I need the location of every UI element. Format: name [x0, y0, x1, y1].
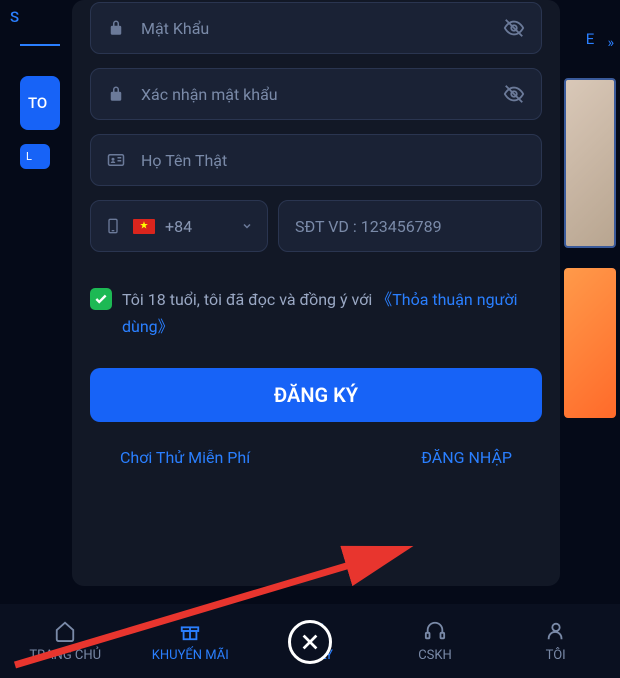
nav-me[interactable]: TÔI — [521, 620, 591, 663]
close-button[interactable] — [288, 620, 332, 664]
confirm-password-placeholder: Xác nhận mật khẩu — [141, 85, 503, 104]
modal-bottom-links: Chơi Thử Miễn Phí ĐĂNG NHẬP — [90, 448, 542, 467]
chevron-right-icon[interactable]: » — [607, 35, 614, 51]
agreement-text: Tôi 18 tuổi, tôi đã đọc và đồng ý với 《T… — [122, 286, 542, 340]
user-icon — [545, 620, 567, 642]
confirm-password-field[interactable]: Xác nhận mật khẩu — [90, 68, 542, 120]
lock-icon — [107, 19, 125, 37]
fullname-placeholder: Họ Tên Thật — [141, 151, 525, 170]
bg-thumbnail-2[interactable] — [564, 268, 616, 418]
lock-icon — [107, 85, 125, 103]
register-modal: Mật Khẩu Xác nhận mật khẩu Họ Tên Thật +… — [72, 0, 560, 586]
flag-vietnam-icon — [133, 219, 155, 234]
agreement-checkbox[interactable] — [90, 288, 112, 310]
check-icon — [94, 292, 108, 306]
close-icon — [299, 631, 321, 653]
eye-off-icon[interactable] — [503, 17, 525, 39]
bg-top-right-char: E — [586, 30, 595, 48]
id-card-icon — [107, 151, 125, 169]
bg-to-card: TO — [20, 76, 60, 130]
agreement-row: Tôi 18 tuổi, tôi đã đọc và đồng ý với 《T… — [90, 286, 542, 340]
phone-field-group: +84 SĐT VD : 123456789 — [90, 200, 542, 252]
chevron-down-icon — [241, 220, 253, 232]
phone-number-field[interactable]: SĐT VD : 123456789 — [278, 200, 542, 252]
bg-l-card: L — [20, 144, 50, 169]
password-field[interactable]: Mật Khẩu — [90, 2, 542, 54]
trial-link[interactable]: Chơi Thử Miễn Phí — [120, 448, 250, 467]
bg-thumbnail-1[interactable] — [564, 78, 616, 248]
login-link[interactable]: ĐĂNG NHẬP — [421, 448, 512, 467]
headset-icon — [424, 620, 446, 642]
home-icon — [54, 620, 76, 642]
phone-placeholder: SĐT VD : 123456789 — [295, 217, 525, 236]
phone-icon — [105, 216, 121, 236]
password-placeholder: Mật Khẩu — [141, 19, 503, 38]
nav-support[interactable]: CSKH — [400, 620, 470, 663]
phone-prefix-text: +84 — [165, 217, 241, 236]
gift-icon — [179, 620, 201, 642]
eye-off-icon[interactable] — [503, 83, 525, 105]
fullname-field[interactable]: Họ Tên Thật — [90, 134, 542, 186]
phone-prefix-selector[interactable]: +84 — [90, 200, 268, 252]
bg-top-left-char: S — [10, 8, 70, 26]
nav-home[interactable]: TRANG CHỦ — [29, 620, 101, 663]
register-button[interactable]: ĐĂNG KÝ — [90, 368, 542, 422]
nav-promo[interactable]: KHUYẾN MÃI — [152, 620, 229, 663]
tab-underline — [20, 44, 60, 46]
